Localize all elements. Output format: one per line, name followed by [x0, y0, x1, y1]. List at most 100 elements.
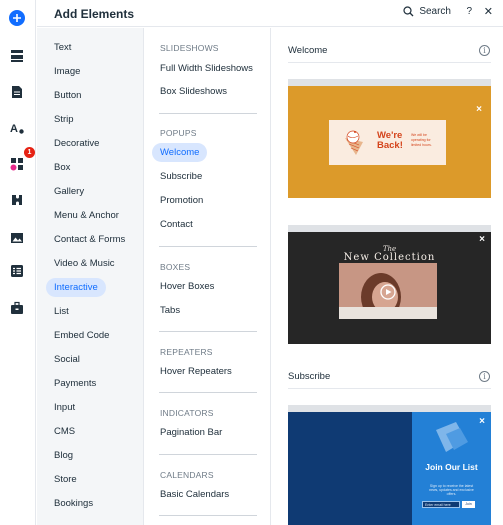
puzzle-icon: [12, 195, 22, 205]
category-box[interactable]: Box: [46, 158, 78, 177]
category-button[interactable]: Button: [46, 86, 89, 105]
business-button[interactable]: [5, 296, 29, 320]
section-divider: [159, 454, 257, 455]
category-gallery[interactable]: Gallery: [46, 182, 92, 201]
help-button[interactable]: ?: [466, 6, 472, 17]
cms-button[interactable]: [5, 259, 29, 283]
left-rail: A 1: [0, 0, 36, 525]
welcome-popup-preview-1[interactable]: × We're Back! We will be operating for l…: [288, 79, 491, 198]
category-text[interactable]: Text: [46, 38, 79, 57]
category-embed-code[interactable]: Embed Code: [46, 326, 117, 345]
add-elements-button[interactable]: [5, 6, 29, 30]
info-icon[interactable]: i: [479, 45, 490, 56]
category-list[interactable]: List: [46, 302, 77, 321]
subcategory-subscribe[interactable]: Subscribe: [152, 167, 210, 186]
popup-close-icon: ×: [479, 234, 485, 245]
apps-button[interactable]: 1: [5, 147, 35, 176]
category-contact-forms[interactable]: Contact & Forms: [46, 230, 133, 249]
subscribe-popup-preview-1[interactable]: × Join Our List Sign up to receive the l…: [288, 405, 491, 525]
popup-close-icon: ×: [476, 104, 482, 115]
notification-badge: 1: [24, 147, 35, 158]
section-divider: [159, 113, 257, 114]
search-label: Search: [419, 6, 451, 17]
media-icon: [11, 233, 23, 243]
plugins-button[interactable]: [5, 188, 29, 212]
pages-button[interactable]: [5, 44, 29, 68]
theme-icon: A: [10, 123, 24, 135]
category-image[interactable]: Image: [46, 62, 88, 81]
info-icon[interactable]: i: [479, 371, 490, 382]
popup-photo: [339, 263, 437, 321]
subcategory-box-slideshows[interactable]: Box Slideshows: [152, 82, 235, 101]
preview-panel: Welcome i × We're Back! We will be opera…: [272, 28, 503, 525]
preview-browser-bar: [288, 79, 491, 86]
preview-browser-bar: [288, 405, 491, 412]
subcategory-promotion[interactable]: Promotion: [152, 191, 211, 210]
category-cms[interactable]: CMS: [46, 422, 83, 441]
page-button[interactable]: [5, 80, 29, 104]
category-menu-anchor[interactable]: Menu & Anchor: [46, 206, 127, 225]
preview-section-title-subscribe: Subscribe: [288, 371, 331, 382]
subcategory-hover-boxes[interactable]: Hover Boxes: [152, 277, 222, 296]
popup-box: We're Back! We will be operating for lim…: [329, 120, 446, 165]
category-list: Text Image Button Strip Decorative Box G…: [37, 28, 144, 525]
category-input[interactable]: Input: [46, 398, 83, 417]
ice-cream-illustration: [345, 130, 363, 155]
theme-button[interactable]: A: [5, 116, 29, 140]
category-bookings[interactable]: Bookings: [46, 494, 101, 513]
section-heading-indicators: INDICATORS: [160, 408, 214, 418]
section-heading-boxes: BOXES: [160, 262, 191, 272]
panel-header: Add Elements Search ? ✕: [37, 0, 503, 27]
preview-section-title-welcome: Welcome: [288, 45, 328, 56]
section-divider: [288, 388, 491, 389]
welcome-popup-preview-2[interactable]: × The New Collection: [288, 225, 491, 344]
subcategory-basic-calendars[interactable]: Basic Calendars: [152, 485, 237, 504]
section-divider: [159, 515, 257, 516]
business-icon: [11, 301, 23, 314]
category-store[interactable]: Store: [46, 470, 85, 489]
media-button[interactable]: [5, 226, 29, 250]
category-decorative[interactable]: Decorative: [46, 134, 107, 153]
search-icon: [403, 6, 414, 17]
section-divider: [288, 62, 491, 63]
subcategory-welcome[interactable]: Welcome: [152, 143, 208, 162]
subcategory-hover-repeaters[interactable]: Hover Repeaters: [152, 362, 240, 381]
section-heading-slideshows: SLIDESHOWS: [160, 43, 219, 53]
popup-headline: New Collection: [343, 252, 436, 263]
page-icon: [12, 86, 22, 98]
section-divider: [159, 331, 257, 332]
popup-close-icon: ×: [479, 416, 485, 427]
section-divider: [159, 392, 257, 393]
search-button[interactable]: Search: [403, 6, 451, 17]
popup-background: [288, 412, 412, 525]
category-blog[interactable]: Blog: [46, 446, 81, 465]
category-video-music[interactable]: Video & Music: [46, 254, 123, 273]
email-field: Enter email here: [422, 501, 460, 508]
section-divider: [159, 246, 257, 247]
section-heading-popups: POPUPS: [160, 128, 197, 138]
popup-headline: We're Back!: [377, 130, 403, 151]
preview-browser-bar: [288, 225, 491, 232]
close-button[interactable]: ✕: [484, 5, 493, 18]
apps-icon: [10, 158, 23, 171]
cms-icon: [11, 265, 23, 277]
popup-body-text: We will be operating for limited hours.: [411, 133, 432, 147]
category-payments[interactable]: Payments: [46, 374, 104, 393]
subcategory-list: SLIDESHOWS Full Width Slideshows Box Sli…: [145, 28, 271, 525]
subcategory-contact[interactable]: Contact: [152, 215, 201, 234]
pages-icon: [11, 50, 23, 62]
category-strip[interactable]: Strip: [46, 110, 82, 129]
section-heading-calendars: CALENDARS: [160, 470, 214, 480]
subcategory-pagination-bar[interactable]: Pagination Bar: [152, 423, 230, 442]
svg-text:A: A: [10, 123, 18, 135]
category-social[interactable]: Social: [46, 350, 88, 369]
subcategory-full-width-slideshows[interactable]: Full Width Slideshows: [152, 59, 261, 78]
subcategory-tabs[interactable]: Tabs: [152, 301, 188, 320]
popup-headline: Join Our List: [425, 462, 478, 472]
panel-title: Add Elements: [54, 7, 135, 21]
category-interactive[interactable]: Interactive: [46, 278, 106, 297]
join-button: Join: [462, 501, 475, 508]
popup-body-text: Sign up to receive the latest news, upda…: [429, 484, 474, 496]
section-heading-repeaters: REPEATERS: [160, 347, 213, 357]
woman-photo: [339, 263, 437, 321]
